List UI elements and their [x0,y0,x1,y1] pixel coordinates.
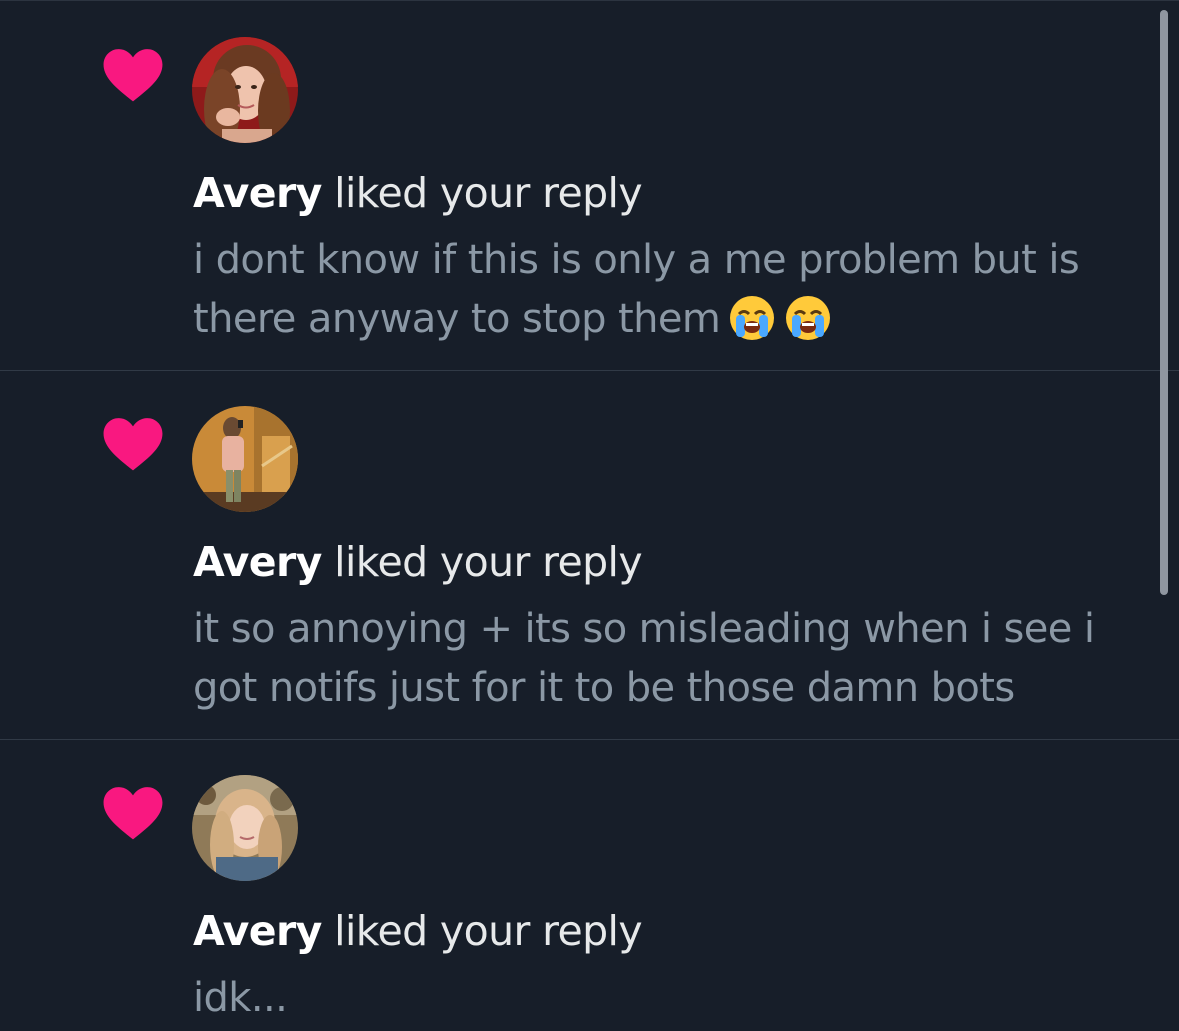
reply-text[interactable]: it so annoying + its so misleading when … [193,600,1123,718]
heart-icon [103,49,163,102]
reply-line: it so annoying + its so misleading when … [193,606,1095,652]
reply-line: got notifs just for it to be those damn … [193,665,1015,711]
reply-line-with-emoji: there anyway to stop them [193,290,1123,349]
avatar[interactable] [192,406,298,512]
notification-item[interactable]: Avery liked your reply i dont know if th… [0,2,1179,371]
reply-line: there anyway to stop them [193,296,721,342]
reply-text[interactable]: i dont know if this is only a me problem… [193,231,1123,349]
heart-icon [103,418,163,471]
action-text: liked your reply [321,538,643,586]
loudly-crying-face-icon [784,294,832,342]
scrollbar[interactable] [1160,10,1168,595]
notification-item[interactable]: Avery liked your reply it so annoying + … [0,371,1179,740]
notification-headline: Avery liked your reply [193,165,643,221]
user-name[interactable]: Avery [193,907,322,955]
user-name[interactable]: Avery [193,538,322,586]
loudly-crying-face-icon [728,294,776,342]
notifications-feed: Avery liked your reply i dont know if th… [0,0,1179,1031]
avatar[interactable] [192,775,298,881]
user-name[interactable]: Avery [193,169,322,217]
notification-headline: Avery liked your reply [193,534,643,590]
action-text: liked your reply [321,169,643,217]
reply-line: idk... [193,975,288,1021]
avatar[interactable] [192,37,298,143]
action-text: liked your reply [321,907,643,955]
notification-item[interactable]: Avery liked your reply idk... [0,740,1179,1031]
reply-text[interactable]: idk... [193,969,1123,1028]
top-divider [0,0,1179,1]
reply-line: i dont know if this is only a me problem… [193,237,1080,283]
heart-icon [103,787,163,840]
notification-headline: Avery liked your reply [193,903,643,959]
